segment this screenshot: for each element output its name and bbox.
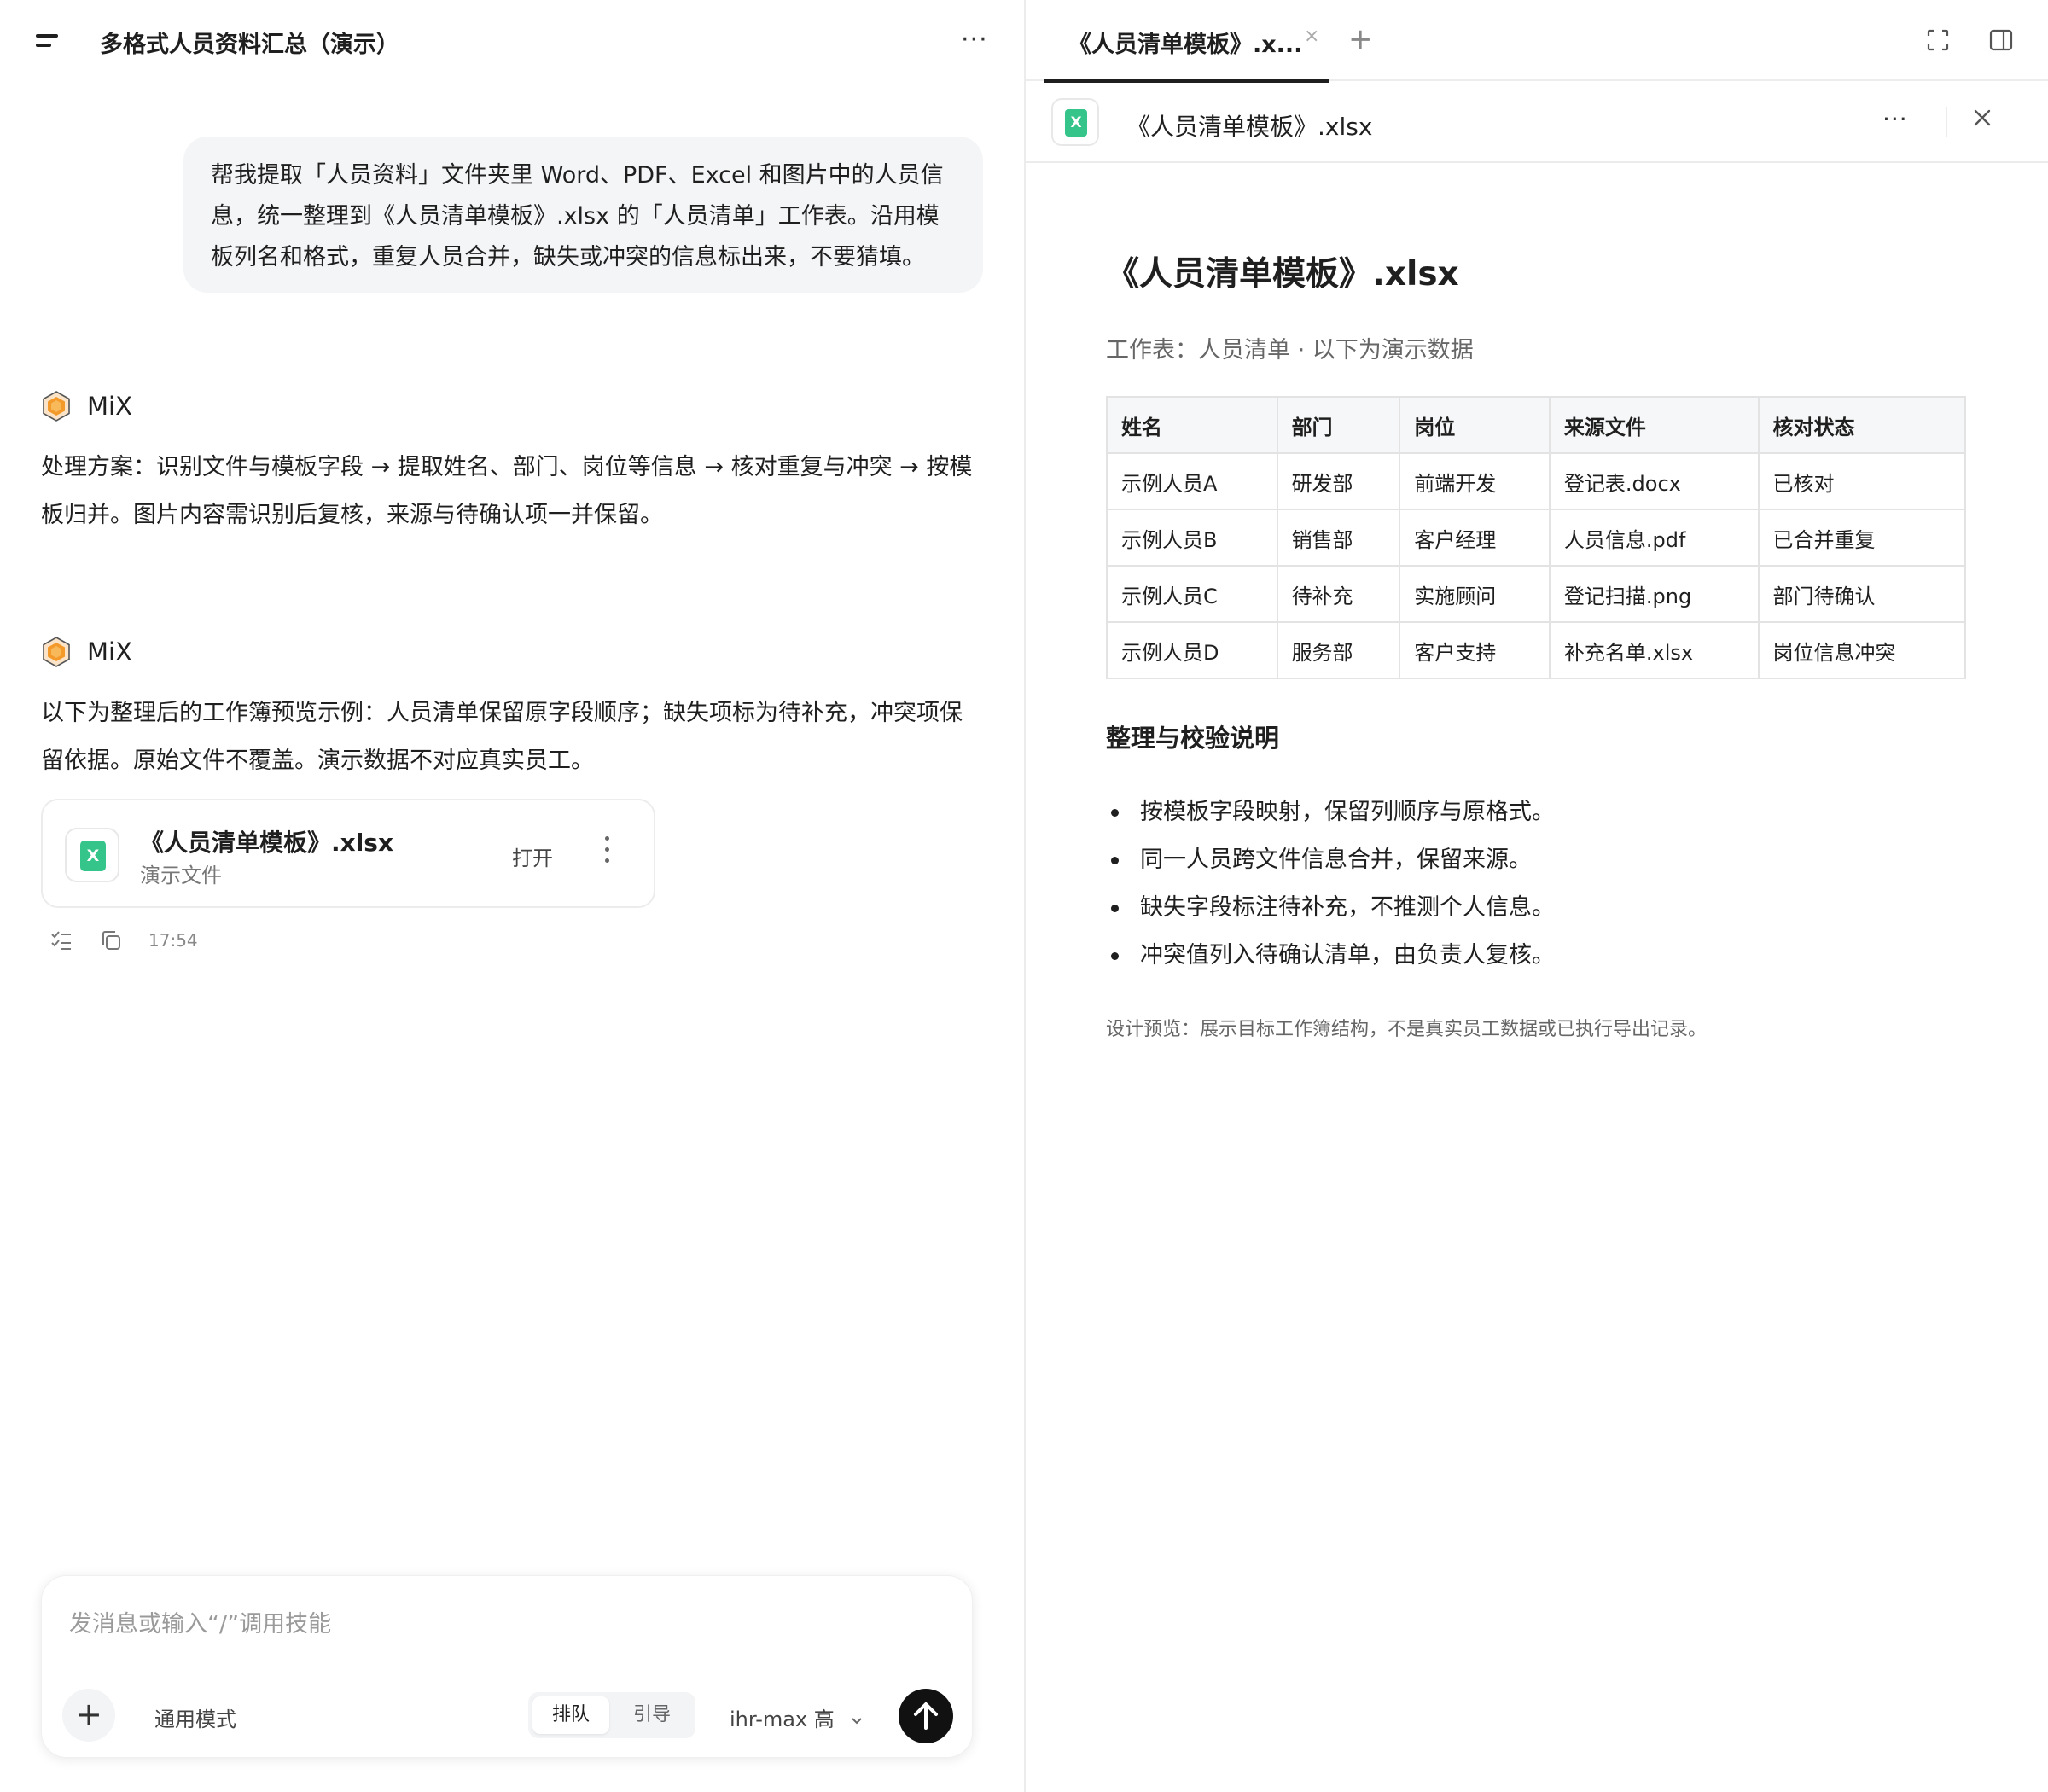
message-composer[interactable]: 发消息或输入“/”调用技能 + 通用模式 排队 引导 ihr-max 高 bbox=[41, 1575, 973, 1758]
model-label: ihr-max 高 bbox=[730, 1708, 835, 1731]
table-cell: 客户经理 bbox=[1399, 509, 1551, 567]
tab-bar: 《人员清单模板》.x... × + bbox=[1026, 0, 2048, 83]
column-header: 核对状态 bbox=[1757, 396, 1967, 454]
excel-file-icon-letter: X bbox=[1065, 109, 1087, 137]
mix-avatar-icon bbox=[43, 391, 70, 422]
table-cell: 前端开发 bbox=[1399, 452, 1551, 510]
table-cell: 销售部 bbox=[1276, 509, 1401, 567]
bot-message-preview: 以下为整理后的工作簿预览示例：人员清单保留原字段顺序；缺失项标为待补充，冲突项保… bbox=[41, 700, 963, 774]
table-cell: 补充名单.xlsx bbox=[1548, 621, 1760, 679]
table-row: 示例人员D 服务部 客户支持 补充名单.xlsx 岗位信息冲突 bbox=[1106, 621, 1967, 679]
bot-name: MiX bbox=[87, 392, 132, 421]
new-tab-button[interactable]: + bbox=[1348, 22, 1373, 56]
add-attachment-button[interactable]: + bbox=[62, 1689, 115, 1742]
expand-icon[interactable] bbox=[1925, 27, 1951, 53]
table-cell: 登记表.docx bbox=[1548, 452, 1760, 510]
notes-heading: 整理与校验说明 bbox=[1106, 724, 1280, 753]
table-row: 示例人员B 销售部 客户经理 人员信息.pdf 已合并重复 bbox=[1106, 509, 1967, 567]
table-row: 示例人员C 待补充 实施顾问 登记扫描.png 部门待确认 bbox=[1106, 565, 1967, 623]
excel-file-icon: X bbox=[1051, 98, 1099, 146]
table-cell: 已合并重复 bbox=[1757, 509, 1967, 567]
header-separator bbox=[1946, 107, 1947, 137]
close-icon[interactable] bbox=[1969, 105, 1995, 131]
side-panel-icon[interactable] bbox=[1988, 27, 2014, 53]
list-item: 冲突值列入待确认清单，由负责人复核。 bbox=[1106, 932, 1555, 980]
user-message: 帮我提取「人员资料」文件夹里 Word、PDF、Excel 和图片中的人员信息，… bbox=[183, 137, 983, 293]
more-options-icon[interactable]: ··· bbox=[961, 27, 988, 53]
tab-label: 《人员清单模板》.x... bbox=[1068, 32, 1303, 58]
document-title: 《人员清单模板》.xlsx bbox=[1106, 255, 1459, 294]
list-item: 缺失字段标注待补充，不推测个人信息。 bbox=[1106, 884, 1555, 932]
table-cell: 示例人员A bbox=[1106, 452, 1278, 510]
list-item: 按模板字段映射，保留列顺序与原格式。 bbox=[1106, 788, 1555, 836]
table-cell: 待补充 bbox=[1276, 565, 1401, 623]
bot-name: MiX bbox=[87, 637, 132, 666]
composer-input[interactable]: 发消息或输入“/”调用技能 bbox=[69, 1605, 331, 1638]
document-subtitle: 工作表：人员清单 · 以下为演示数据 bbox=[1106, 337, 1474, 364]
open-file-button[interactable]: 打开 bbox=[512, 841, 553, 871]
queue-guide-toggle: 排队 引导 bbox=[528, 1692, 695, 1738]
table-cell: 研发部 bbox=[1276, 452, 1401, 510]
file-header: X 《人员清单模板》.xlsx ··· bbox=[1026, 83, 2048, 163]
bot-message-plan: 处理方案：识别文件与模板字段 → 提取姓名、部门、岗位等信息 → 核对重复与冲突… bbox=[41, 454, 973, 528]
list-item: 同一人员跨文件信息合并，保留来源。 bbox=[1106, 836, 1555, 884]
message-actions: 17:54 bbox=[49, 928, 198, 952]
table-cell: 示例人员D bbox=[1106, 621, 1278, 679]
send-button[interactable] bbox=[899, 1689, 953, 1743]
checklist-icon[interactable] bbox=[49, 928, 73, 952]
tab-file-preview[interactable]: 《人员清单模板》.x... × bbox=[1044, 0, 1329, 83]
column-header: 来源文件 bbox=[1548, 396, 1760, 454]
chat-title: 多格式人员资料汇总（演示） bbox=[100, 32, 399, 58]
tab-close-icon[interactable]: × bbox=[1304, 26, 1319, 47]
table-cell: 岗位信息冲突 bbox=[1757, 621, 1967, 679]
preview-pane: 《人员清单模板》.x... × + X 《人员清单模板》.xlsx ··· 《人… bbox=[1026, 0, 2048, 1792]
excel-file-icon: X bbox=[65, 828, 119, 882]
model-selector[interactable]: ihr-max 高 bbox=[730, 1702, 864, 1732]
chevron-down-icon bbox=[852, 1718, 863, 1725]
copy-icon[interactable] bbox=[99, 928, 123, 952]
notes-list: 按模板字段映射，保留列顺序与原格式。 同一人员跨文件信息合并，保留来源。 缺失字… bbox=[1106, 788, 1555, 980]
file-more-icon[interactable] bbox=[602, 835, 611, 865]
footnote: 设计预览：展示目标工作簿结构，不是真实员工数据或已执行导出记录。 bbox=[1106, 1019, 1708, 1040]
table-cell: 示例人员B bbox=[1106, 509, 1278, 567]
mode-selector[interactable]: 通用模式 bbox=[154, 1702, 236, 1732]
table-cell: 示例人员C bbox=[1106, 565, 1278, 623]
file-header-name: 《人员清单模板》.xlsx bbox=[1126, 113, 1373, 141]
menu-icon[interactable] bbox=[34, 31, 63, 51]
mix-avatar-icon bbox=[43, 637, 70, 667]
column-header: 部门 bbox=[1276, 396, 1401, 454]
bot-header: MiX bbox=[39, 635, 132, 669]
table-cell: 服务部 bbox=[1276, 621, 1401, 679]
file-more-icon[interactable]: ··· bbox=[1882, 105, 1908, 133]
guide-option[interactable]: 引导 bbox=[614, 1696, 690, 1734]
worksheet-table: 姓名 部门 岗位 来源文件 核对状态 示例人员A 研发部 前端开发 登记表.do… bbox=[1106, 396, 1967, 679]
table-cell: 人员信息.pdf bbox=[1548, 509, 1760, 567]
column-header: 姓名 bbox=[1106, 396, 1278, 454]
queue-option[interactable]: 排队 bbox=[532, 1696, 609, 1734]
file-name: 《人员清单模板》.xlsx bbox=[140, 829, 394, 857]
file-attachment-card[interactable]: X 《人员清单模板》.xlsx 演示文件 打开 bbox=[41, 799, 655, 908]
file-subtitle: 演示文件 bbox=[140, 864, 222, 887]
table-header-row: 姓名 部门 岗位 来源文件 核对状态 bbox=[1106, 396, 1967, 454]
chat-pane: 多格式人员资料汇总（演示） ··· 帮我提取「人员资料」文件夹里 Word、PD… bbox=[0, 0, 1024, 1792]
arrow-up-icon bbox=[914, 1702, 938, 1730]
bot-header: MiX bbox=[39, 389, 132, 423]
document-body: 《人员清单模板》.xlsx 工作表：人员清单 · 以下为演示数据 bbox=[1106, 247, 1968, 364]
table-row: 示例人员A 研发部 前端开发 登记表.docx 已核对 bbox=[1106, 452, 1967, 510]
table-cell: 实施顾问 bbox=[1399, 565, 1551, 623]
table-cell: 已核对 bbox=[1757, 452, 1967, 510]
table-cell: 客户支持 bbox=[1399, 621, 1551, 679]
message-timestamp: 17:54 bbox=[148, 930, 198, 951]
table-cell: 部门待确认 bbox=[1757, 565, 1967, 623]
table-cell: 登记扫描.png bbox=[1548, 565, 1760, 623]
column-header: 岗位 bbox=[1399, 396, 1551, 454]
excel-file-icon-letter: X bbox=[80, 841, 106, 871]
